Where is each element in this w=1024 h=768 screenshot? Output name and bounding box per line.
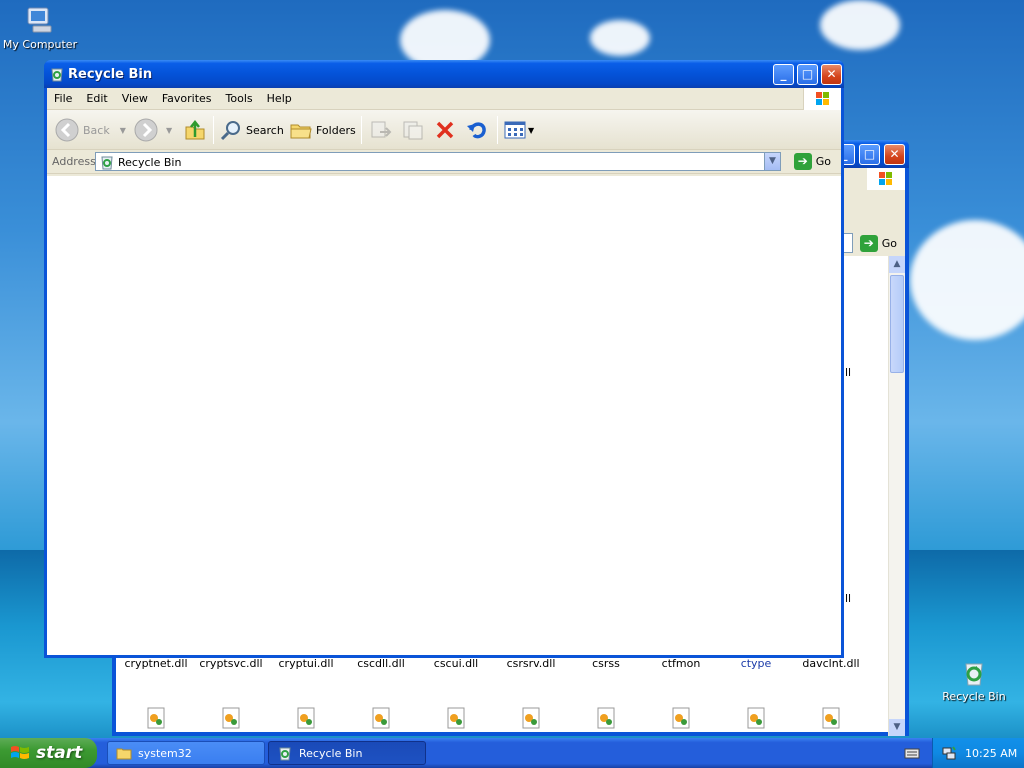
dll-file-icon	[144, 706, 168, 730]
list-item[interactable]	[568, 706, 644, 730]
title-bar[interactable]: Recycle Bin _ □ ✕	[44, 60, 844, 88]
dll-file-icon	[444, 706, 468, 730]
menu-edit[interactable]: Edit	[79, 88, 114, 105]
desktop-icon-recycle-bin[interactable]: Recycle Bin	[934, 656, 1014, 703]
dll-file-icon	[294, 706, 318, 730]
search-icon	[220, 121, 240, 141]
forward-button[interactable]: ▼	[134, 118, 172, 142]
network-icon[interactable]	[941, 745, 957, 761]
dll-file-icon	[519, 706, 543, 730]
go-button[interactable]: ➔ Go	[859, 235, 897, 252]
list-item[interactable]	[343, 706, 419, 730]
dll-file-icon	[669, 706, 693, 730]
go-arrow-icon: ➔	[859, 235, 878, 252]
search-button[interactable]: Search	[219, 118, 284, 142]
undo-icon	[467, 122, 486, 139]
windows-logo-icon	[867, 168, 905, 190]
address-box[interactable]	[843, 233, 853, 253]
recycle-bin-window[interactable]: Recycle Bin _ □ ✕ File Edit View Favorites T…	[44, 60, 844, 658]
dll-file-icon	[819, 706, 843, 730]
back-arrow-icon	[55, 118, 79, 142]
maximize-button[interactable]: □	[797, 64, 818, 85]
taskbar-button-recycle-bin[interactable]: Recycle Bin	[268, 741, 426, 765]
folders-button[interactable]: Folders	[289, 118, 356, 142]
address-value: Recycle Bin	[118, 156, 182, 169]
desktop-icon-label: Recycle Bin	[942, 690, 1006, 703]
folder-icon	[290, 124, 312, 139]
windows-logo-icon	[803, 88, 841, 110]
chevron-down-icon: ▼	[528, 125, 535, 135]
address-bar: Address Recycle Bin ▼ ➔ Go	[47, 150, 841, 174]
dll-file-icon	[369, 706, 393, 730]
dll-file-icon	[744, 706, 768, 730]
list-item[interactable]	[193, 706, 269, 730]
list-item[interactable]	[718, 706, 794, 730]
menu-file[interactable]: File	[47, 88, 79, 105]
menu-favorites[interactable]: Favorites	[155, 88, 219, 105]
dll-file-icon	[219, 706, 243, 730]
go-button[interactable]: ➔ Go	[793, 153, 831, 170]
back-button[interactable]: Back ▼	[55, 118, 126, 142]
menu-help[interactable]: Help	[260, 88, 299, 105]
dll-file-icon	[594, 706, 618, 730]
delete-icon	[436, 121, 454, 139]
copy-to-button[interactable]	[401, 118, 425, 142]
desktop-icon-my-computer[interactable]: My Computer	[0, 4, 80, 51]
delete-button[interactable]	[433, 118, 457, 142]
system-tray: 10:25 AM	[932, 738, 1024, 768]
menu-view[interactable]: View	[115, 88, 155, 105]
taskbar-button-system32[interactable]: system32	[107, 741, 265, 765]
recycle-bin-icon	[958, 656, 990, 688]
recycle-bin-icon	[279, 747, 291, 761]
up-folder-button[interactable]	[183, 118, 207, 142]
close-button[interactable]: ✕	[884, 144, 905, 165]
forward-arrow-icon	[134, 118, 158, 142]
menu-tools[interactable]: Tools	[219, 88, 260, 105]
address-input[interactable]: Recycle Bin ▼	[95, 152, 781, 171]
vertical-scrollbar[interactable]: ▲ ▼	[888, 256, 905, 736]
copy-to-icon	[403, 121, 423, 140]
go-arrow-icon: ➔	[793, 153, 812, 170]
undo-button[interactable]	[465, 118, 489, 142]
window-body: File Edit View Favorites Tools Help Back ▼ ▼	[47, 88, 841, 655]
file-list[interactable]	[47, 176, 841, 655]
address-label: Address	[52, 155, 96, 168]
desktop-icon-label: My Computer	[2, 38, 78, 51]
cloud	[910, 220, 1024, 340]
move-to-button[interactable]	[369, 118, 393, 142]
chevron-down-icon: ▼	[166, 125, 173, 135]
list-item[interactable]	[268, 706, 344, 730]
list-item[interactable]	[418, 706, 494, 730]
list-item[interactable]	[493, 706, 569, 730]
recycle-bin-icon	[49, 66, 65, 82]
close-button[interactable]: ✕	[821, 64, 842, 85]
scroll-up-icon[interactable]: ▲	[889, 256, 905, 273]
menu-bar: File Edit View Favorites Tools Help	[47, 88, 841, 110]
keyboard-icon[interactable]	[904, 746, 920, 763]
clock[interactable]: 10:25 AM	[965, 747, 1017, 760]
cloud	[590, 20, 650, 56]
views-button[interactable]: ▼	[503, 118, 534, 142]
cloud	[820, 0, 900, 50]
folder-icon	[116, 748, 132, 760]
start-button[interactable]: start	[0, 738, 97, 768]
chevron-down-icon: ▼	[119, 125, 126, 135]
windows-logo-icon	[11, 746, 29, 759]
chevron-down-icon[interactable]: ▼	[764, 153, 780, 170]
move-to-icon	[371, 121, 392, 138]
list-item[interactable]	[793, 706, 869, 730]
list-item[interactable]	[643, 706, 719, 730]
list-item[interactable]	[118, 706, 194, 730]
maximize-button[interactable]: □	[859, 144, 880, 165]
recycle-bin-icon	[99, 154, 115, 173]
window-title: Recycle Bin	[68, 67, 153, 82]
computer-icon	[24, 4, 56, 36]
folder-up-icon	[185, 119, 205, 140]
minimize-button[interactable]: _	[773, 64, 794, 85]
scroll-thumb[interactable]	[890, 275, 904, 373]
taskbar: start system32 Recycle Bin 10:25 AM	[0, 738, 1024, 768]
scroll-down-icon[interactable]: ▼	[889, 719, 905, 736]
toolbar: Back ▼ ▼ Search Folders ▼	[47, 110, 841, 150]
views-icon	[504, 121, 526, 139]
